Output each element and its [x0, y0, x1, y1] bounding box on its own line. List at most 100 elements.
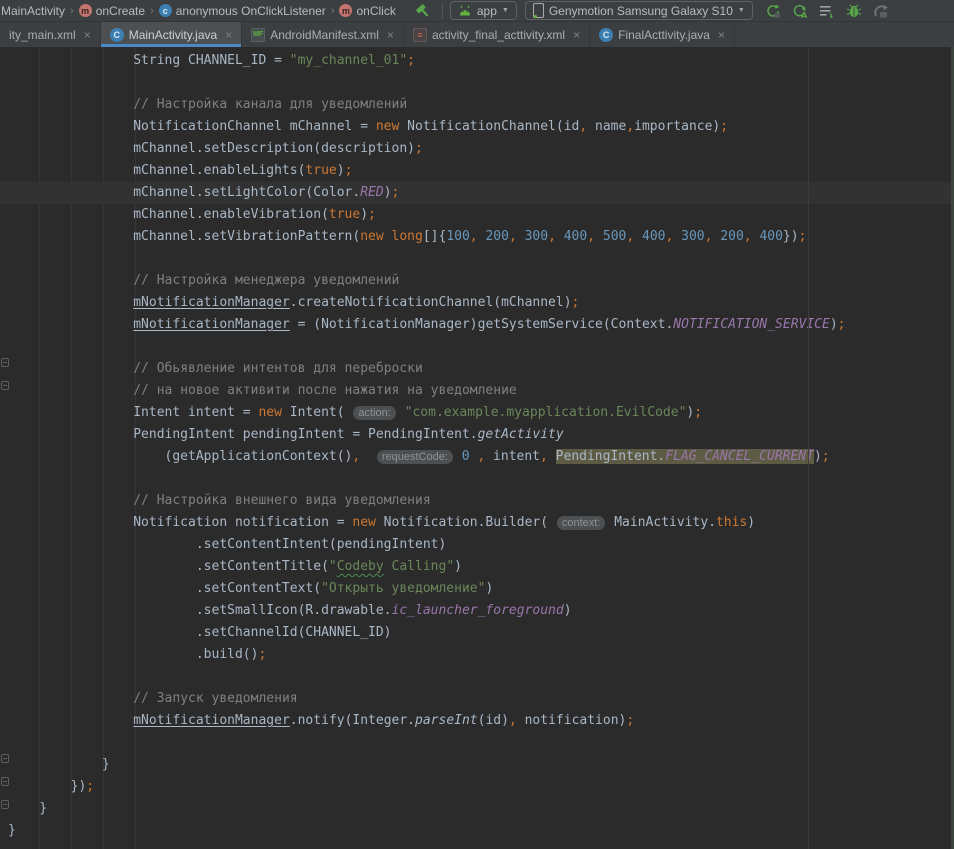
editor-tab[interactable]: ity_main.xml× — [0, 22, 101, 47]
code-segment: NotificationChannel mChannel = — [8, 119, 376, 134]
code-segment: , — [626, 229, 642, 244]
code-segment: }) — [8, 779, 86, 794]
code-segment: 500 — [603, 229, 626, 244]
editor-tab[interactable]: MFAndroidManifest.xml× — [242, 22, 404, 47]
close-icon[interactable]: × — [225, 28, 232, 42]
code-segment — [384, 229, 392, 244]
fold-marker[interactable] — [1, 381, 9, 390]
breadcrumb-item[interactable]: c anonymous OnClickListener — [159, 4, 326, 18]
fold-marker[interactable] — [1, 777, 9, 786]
code-segment: (getApplicationContext() — [8, 449, 352, 464]
code-line: mChannel.setLightColor(Color.RED); — [0, 182, 954, 204]
chevron-down-icon: ▼ — [502, 7, 509, 14]
rerun-activity-icon[interactable] — [765, 3, 781, 19]
code-segment: .setSmallIcon(R.drawable. — [8, 603, 392, 618]
code-segment: 400 — [759, 229, 782, 244]
code-segment: 200 — [485, 229, 508, 244]
tab-label: FinalActtivity.java — [618, 28, 710, 42]
svg-text:A: A — [801, 11, 808, 19]
code-editor[interactable]: String CHANNEL_ID = "my_channel_01"; // … — [0, 47, 954, 849]
code-segment — [8, 361, 133, 376]
code-line: mNotificationManager = (NotificationMana… — [0, 314, 954, 336]
build-hammer-icon[interactable] — [415, 3, 431, 19]
fold-marker[interactable] — [1, 754, 9, 763]
breadcrumb-item[interactable]: MainActivity — [1, 4, 65, 18]
close-icon[interactable]: × — [387, 28, 394, 42]
breadcrumb-item[interactable]: monClick — [339, 4, 395, 18]
run-configurations-icon[interactable] — [819, 3, 835, 19]
code-line: .setChannelId(CHANNEL_ID) — [0, 622, 954, 644]
code-segment: , — [744, 229, 760, 244]
code-line: mChannel.enableVibration(true); — [0, 204, 954, 226]
code-segment: " — [329, 559, 337, 574]
apply-code-changes-icon[interactable]: A — [792, 3, 808, 19]
toolbar-separator — [442, 3, 443, 19]
code-segment: ; — [626, 713, 634, 728]
breadcrumb-item[interactable]: monCreate — [79, 4, 145, 18]
code-segment: ) — [337, 163, 345, 178]
code-segment: .setContentIntent(pendingIntent) — [8, 537, 446, 552]
code-segment: 400 — [642, 229, 665, 244]
breadcrumb-label: MainActivity — [1, 4, 65, 18]
code-segment: ; — [368, 207, 376, 222]
code-segment: Notification.Builder( — [376, 515, 556, 530]
code-segment: parseInt — [415, 713, 478, 728]
code-segment: ) — [384, 185, 392, 200]
tab-bar: ity_main.xml×CMainActivity.java×MFAndroi… — [0, 22, 954, 47]
android-icon — [458, 5, 472, 16]
code-segment: ; — [407, 53, 415, 68]
code-segment: NOTIFICATION_SERVICE — [673, 317, 830, 332]
class-icon: c — [159, 4, 172, 17]
device-select[interactable]: Genymotion Samsung Galaxy S10 ▼ — [525, 1, 753, 20]
debug-icon[interactable] — [846, 3, 862, 19]
code-segment: .notify(Integer. — [290, 713, 415, 728]
code-segment: PendingIntent. — [556, 449, 666, 464]
code-segment — [454, 449, 462, 464]
code-area[interactable]: String CHANNEL_ID = "my_channel_01"; // … — [0, 47, 954, 842]
fold-marker[interactable] — [1, 800, 9, 809]
code-line — [0, 248, 954, 270]
code-segment: ; — [345, 163, 353, 178]
tab-label: activity_final_acttivity.xml — [432, 28, 565, 42]
code-segment: 100 — [446, 229, 469, 244]
method-icon: m — [79, 4, 92, 17]
code-segment: intent — [485, 449, 540, 464]
right-margin-line — [808, 47, 809, 849]
profile-icon[interactable] — [873, 3, 889, 19]
fold-marker[interactable] — [1, 358, 9, 367]
code-segment: RED — [360, 185, 383, 200]
code-line — [0, 336, 954, 358]
code-segment: importance) — [634, 119, 720, 134]
editor-tab[interactable]: ≡activity_final_acttivity.xml× — [404, 22, 590, 47]
code-segment: PendingIntent pendingIntent = PendingInt… — [8, 427, 478, 442]
code-line: // Запуск уведомления — [0, 688, 954, 710]
code-segment: .setChannelId(CHANNEL_ID) — [8, 625, 392, 640]
class-file-icon: C — [110, 28, 124, 42]
code-segment: Intent( — [282, 405, 352, 420]
breadcrumb-label: anonymous OnClickListener — [176, 4, 326, 18]
code-segment — [8, 273, 133, 288]
editor-tab[interactable]: CFinalActtivity.java× — [590, 22, 735, 47]
code-segment: ) — [830, 317, 838, 332]
run-configuration-select[interactable]: app ▼ — [450, 1, 517, 20]
code-segment: , — [705, 229, 721, 244]
code-segment: ) — [360, 207, 368, 222]
close-icon[interactable]: × — [84, 28, 91, 42]
code-segment: "com.example.myapplication.EvilCode" — [405, 405, 687, 420]
code-line: NotificationChannel mChannel = new Notif… — [0, 116, 954, 138]
code-segment: ; — [838, 317, 846, 332]
code-segment: mChannel.setVibrationPattern( — [8, 229, 360, 244]
parameter-hint: action: — [353, 406, 395, 420]
code-segment: // Обьявление интентов для переброски — [133, 361, 423, 376]
code-segment: .createNotificationChannel(mChannel) — [290, 295, 572, 310]
code-segment: 300 — [681, 229, 704, 244]
code-segment: mChannel.enableVibration( — [8, 207, 329, 222]
code-line: // Настройка канала для уведомлений — [0, 94, 954, 116]
code-segment: 400 — [564, 229, 587, 244]
editor-tab[interactable]: CMainActivity.java× — [101, 22, 243, 47]
close-icon[interactable]: × — [573, 28, 580, 42]
phone-icon — [533, 3, 544, 18]
code-segment — [8, 713, 133, 728]
close-icon[interactable]: × — [718, 28, 725, 42]
code-segment — [360, 449, 376, 464]
